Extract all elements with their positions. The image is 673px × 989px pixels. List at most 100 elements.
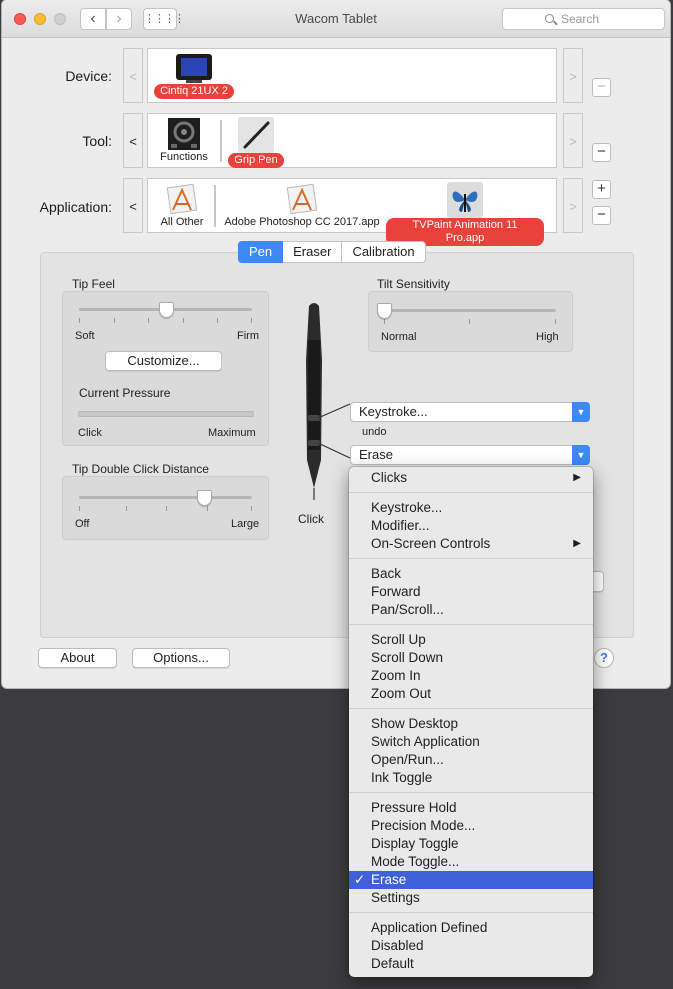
double-click-max-label: Large — [231, 518, 260, 530]
menu-item-disabled[interactable]: Disabled — [349, 937, 593, 955]
device-label: Device: — [65, 68, 112, 84]
options-button[interactable]: Options... — [132, 648, 230, 668]
menu-item-pan-scroll[interactable]: Pan/Scroll... — [349, 601, 593, 619]
menu-item-label: Pan/Scroll... — [371, 602, 444, 617]
device-scroll-right[interactable]: > — [563, 48, 583, 103]
tool-strip: Functions Grip Pen — [147, 113, 557, 168]
app-tile-all-other[interactable]: All Other — [154, 182, 210, 232]
tick — [251, 318, 252, 323]
menu-item-default[interactable]: Default — [349, 955, 593, 973]
menu-item-label: Modifier... — [371, 518, 430, 533]
current-pressure-label: Current Pressure — [79, 386, 171, 400]
menu-separator — [349, 558, 593, 559]
tip-feel-slider-thumb[interactable] — [158, 302, 174, 318]
tilt-sensitivity-label: Tilt Sensitivity — [377, 277, 450, 291]
tool-label: Tool: — [82, 133, 112, 149]
tick — [183, 318, 184, 323]
menu-item-label: Back — [371, 566, 402, 581]
lower-side-switch-select[interactable]: Erase ▼ — [350, 445, 590, 465]
search-placeholder: Search — [561, 12, 600, 26]
pen-tip-function-label: Click — [298, 512, 324, 526]
menu-item-label: Switch Application — [371, 734, 480, 749]
menu-item-application-defined[interactable]: Application Defined — [349, 919, 593, 937]
menu-item-on-screen-controls[interactable]: On-Screen Controls ▶ — [349, 535, 593, 553]
menu-item-label: Default — [371, 956, 414, 971]
application-label: Application: — [39, 199, 112, 215]
tab-calibration[interactable]: Calibration — [342, 241, 426, 263]
tool-tile-functions[interactable]: Functions — [154, 117, 214, 167]
app-tile-photoshop[interactable]: Adobe Photoshop CC 2017.app — [224, 182, 380, 232]
remove-tool-button[interactable]: − — [592, 143, 611, 162]
menu-item-back[interactable]: Back — [349, 565, 593, 583]
upper-side-switch-select[interactable]: Keystroke... ▼ — [350, 402, 590, 422]
double-click-slider[interactable] — [79, 496, 252, 499]
app-generic-icon — [166, 183, 198, 215]
pressure-max-label: Maximum — [208, 427, 256, 439]
tablet-icon — [176, 54, 212, 83]
butterfly-icon — [447, 182, 483, 218]
app-tile-tvpaint[interactable]: TVPaint Animation 11 Pro.app — [386, 182, 544, 246]
double-click-slider-thumb[interactable] — [196, 490, 212, 506]
tick — [148, 318, 149, 323]
device-scroll-left[interactable]: < — [123, 48, 143, 103]
menu-separator — [349, 624, 593, 625]
double-click-label: Tip Double Click Distance — [72, 462, 209, 476]
search-field[interactable]: Search — [502, 8, 665, 30]
tick — [126, 506, 127, 511]
menu-item-scroll-down[interactable]: Scroll Down — [349, 649, 593, 667]
tick — [166, 506, 167, 511]
add-application-button[interactable]: + — [592, 180, 611, 199]
menu-item-open-run[interactable]: Open/Run... — [349, 751, 593, 769]
tool-tile-grip-pen[interactable]: Grip Pen — [226, 117, 286, 168]
tilt-min-label: Normal — [381, 331, 417, 343]
device-tile-cintiq[interactable]: Cintiq 21UX 2 — [151, 52, 237, 100]
tool-scroll-right[interactable]: > — [563, 113, 583, 168]
menu-item-pressure-hold[interactable]: Pressure Hold — [349, 799, 593, 817]
app-photoshop-label: Adobe Photoshop CC 2017.app — [224, 216, 380, 228]
tilt-slider-thumb[interactable] — [377, 303, 392, 319]
about-button[interactable]: About — [38, 648, 117, 668]
remove-device-button[interactable]: − — [592, 78, 611, 97]
menu-item-modifier[interactable]: Modifier... — [349, 517, 593, 535]
hidden-button-edge[interactable] — [592, 571, 604, 592]
application-separator — [214, 185, 216, 227]
application-scroll-left[interactable]: < — [123, 178, 143, 233]
menu-item-mode-toggle[interactable]: Mode Toggle... — [349, 853, 593, 871]
menu-item-show-desktop[interactable]: Show Desktop — [349, 715, 593, 733]
menu-item-switch-application[interactable]: Switch Application — [349, 733, 593, 751]
tool-name-pill: Grip Pen — [228, 153, 284, 168]
tab-eraser[interactable]: Eraser — [283, 241, 343, 263]
menu-item-zoom-out[interactable]: Zoom Out — [349, 685, 593, 703]
menu-item-clicks[interactable]: Clicks ▶ — [349, 469, 593, 487]
menu-item-scroll-up[interactable]: Scroll Up — [349, 631, 593, 649]
menu-item-label: Display Toggle — [371, 836, 459, 851]
pen-icon — [238, 117, 274, 153]
menu-item-erase[interactable]: ✓ Erase — [349, 871, 593, 889]
device-strip: Cintiq 21UX 2 — [147, 48, 557, 103]
customize-button[interactable]: Customize... — [105, 351, 222, 371]
menu-separator — [349, 792, 593, 793]
tick — [251, 506, 252, 511]
app-all-other-label: All Other — [160, 216, 204, 228]
menu-item-zoom-in[interactable]: Zoom In — [349, 667, 593, 685]
tilt-slider[interactable] — [384, 309, 556, 312]
current-pressure-bar — [78, 411, 254, 417]
tick — [207, 506, 208, 511]
remove-application-button[interactable]: − — [592, 206, 611, 225]
device-name-pill: Cintiq 21UX 2 — [154, 84, 234, 99]
pressure-min-label: Click — [78, 427, 102, 439]
help-button[interactable]: ? — [594, 648, 614, 668]
tab-pen[interactable]: Pen — [238, 241, 284, 263]
tip-feel-max-label: Firm — [237, 330, 259, 342]
application-scroll-right[interactable]: > — [563, 178, 583, 233]
menu-item-forward[interactable]: Forward — [349, 583, 593, 601]
tool-scroll-left[interactable]: < — [123, 113, 143, 168]
menu-item-keystroke[interactable]: Keystroke... — [349, 499, 593, 517]
menu-separator — [349, 708, 593, 709]
menu-item-precision-mode[interactable]: Precision Mode... — [349, 817, 593, 835]
menu-item-ink-toggle[interactable]: Ink Toggle — [349, 769, 593, 787]
menu-item-settings[interactable]: Settings — [349, 889, 593, 907]
menu-item-display-toggle[interactable]: Display Toggle — [349, 835, 593, 853]
menu-item-label: Precision Mode... — [371, 818, 476, 833]
search-icon — [545, 14, 554, 23]
